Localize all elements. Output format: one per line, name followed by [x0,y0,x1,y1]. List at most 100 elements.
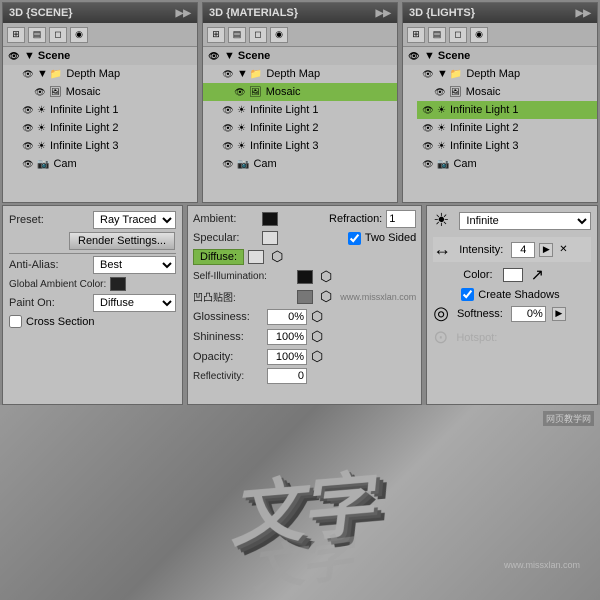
light-type-select[interactable]: Infinite [459,212,591,230]
item-label: Infinite Light 2 [450,122,519,134]
diffuse-mat-row: Diffuse: ⬡ [193,248,416,265]
tree-item-cam-mat[interactable]: 👁 📷 Cam [217,155,397,173]
eye-icon: 👁 [21,103,35,117]
cross-section-checkbox[interactable] [9,315,22,328]
bump-texture-btn[interactable]: ⬡ [320,288,332,305]
toolbar-eye-btn[interactable]: ◉ [470,27,488,43]
expand-icon: ▶▶ [576,8,591,19]
tree-item-light1-lights[interactable]: 👁 ☀ Infinite Light 1 [417,101,597,119]
specular-mat-swatch[interactable] [262,231,278,245]
tree-item-light2-mat[interactable]: 👁 ☀ Infinite Light 2 [217,119,397,137]
toolbar-shape-btn[interactable]: ◻ [49,27,67,43]
glossiness-texture-btn[interactable]: ⬡ [311,308,323,325]
tree-item-light1-mat[interactable]: 👁 ☀ Infinite Light 1 [217,101,397,119]
create-shadows-row: Create Shadows [461,288,591,301]
opacity-row: Opacity: ⬡ [193,348,416,365]
toolbar-eye-btn[interactable]: ◉ [70,27,88,43]
tree-item-mosaic-lights[interactable]: 👁 🖼 Mosaic [403,83,597,101]
self-illum-texture-btn[interactable]: ⬡ [320,268,332,285]
self-illum-swatch[interactable] [297,270,313,284]
toolbar-shape-btn[interactable]: ◻ [249,27,267,43]
preset-select[interactable]: Ray Traced [93,211,176,229]
render-settings-button[interactable]: Render Settings... [69,232,175,250]
tree-item-depthmap-lights[interactable]: 👁 ▼ 📁 Depth Map [417,65,597,83]
lights-toolbar: ⊞ ▤ ◻ ◉ [403,23,597,47]
specular-mat-label: Specular: [193,232,258,244]
item-label: Depth Map [466,68,520,80]
intensity-input[interactable] [511,242,535,258]
opacity-label: Opacity: [193,351,263,363]
refraction-input[interactable] [386,210,416,228]
ambient-color-swatch[interactable] [110,277,126,291]
tree-item-depthmap-scene[interactable]: 👁 ▼ 📁 Depth Map [17,65,197,83]
eye-icon: 👁 [421,139,435,153]
softness-input[interactable] [511,306,546,322]
tree-item-light1-scene[interactable]: 👁 ☀ Infinite Light 1 [17,101,197,119]
scene-panel-title: 3D {SCENE} [9,7,73,19]
tree-item-depthmap-mat[interactable]: 👁 ▼ 📁 Depth Map [217,65,397,83]
global-ambient-label: Global Ambient Color: [9,279,106,290]
tree-item-cam-lights[interactable]: 👁 📷 Cam [417,155,597,173]
global-ambient-row: Global Ambient Color: [9,277,176,291]
shininess-input[interactable] [267,329,307,345]
tree-item-light3-lights[interactable]: 👁 ☀ Infinite Light 3 [417,137,597,155]
ambient-mat-swatch[interactable] [262,212,278,226]
eye-icon: 👁 [221,139,235,153]
eye-icon: 👁 [421,157,435,171]
tree-item-light3-mat[interactable]: 👁 ☀ Infinite Light 3 [217,137,397,155]
antialias-select[interactable]: Best [93,256,176,274]
preset-label: Preset: [9,214,89,226]
create-shadows-checkbox[interactable] [461,288,474,301]
reflectivity-input[interactable] [267,368,307,384]
self-illum-label: Self-Illumination: [193,271,293,282]
light-icon: ☀ [437,141,446,152]
glossiness-row: Glossiness: ⬡ [193,308,416,325]
tree-item-light2-lights[interactable]: 👁 ☀ Infinite Light 2 [417,119,597,137]
scene-toolbar: ⊞ ▤ ◻ ◉ [3,23,197,47]
intensity-clear-btn[interactable]: ✕ [559,244,567,255]
diffuse-mat-swatch[interactable] [248,250,264,264]
toolbar-shape-btn[interactable]: ◻ [449,27,467,43]
two-sided-checkbox[interactable] [348,232,361,245]
tree-item-cam-scene[interactable]: 👁 📷 Cam [17,155,197,173]
toolbar-grid-btn[interactable]: ⊞ [407,27,425,43]
toolbar-eye-btn[interactable]: ◉ [270,27,288,43]
tree-item-mosaic-scene[interactable]: 👁 🖼 Mosaic [3,83,197,101]
arrow-icon: ▼ [237,68,248,80]
opacity-input[interactable] [267,349,307,365]
softness-stepper-btn[interactable]: ▶ [552,307,566,321]
eye-icon: 👁 [21,157,35,171]
toolbar-grid-btn[interactable]: ⊞ [7,27,25,43]
tree-item-light3-scene[interactable]: 👁 ☀ Infinite Light 3 [17,137,197,155]
root-text: Scene [438,50,470,62]
softness-row: ◎ Softness: ▶ [433,303,591,324]
materials-panel-title: 3D {MATERIALS} [209,7,298,19]
item-label: Mosaic [266,86,301,98]
tree-item-light2-scene[interactable]: 👁 ☀ Infinite Light 2 [17,119,197,137]
toolbar-layers-btn[interactable]: ▤ [28,27,46,43]
color-picker-cursor[interactable]: ↗ [531,265,544,285]
paint-on-select[interactable]: Diffuse [93,294,176,312]
toolbar-layers-btn[interactable]: ▤ [428,27,446,43]
watermark-mat: www.missxlan.com [340,292,416,302]
glossiness-input[interactable] [267,309,307,325]
toolbar-layers-btn[interactable]: ▤ [228,27,246,43]
scene-root-label: 👁 ▼ Scene [3,47,197,65]
arrow-icon: ▼ [37,68,48,80]
scene-tree: 👁 ▼ Scene 👁 ▼ 📁 Depth Map 👁 🖼 Mosaic 👁 ☀… [3,47,197,202]
bump-swatch[interactable] [297,290,313,304]
item-label: Infinite Light 2 [250,122,319,134]
diffuse-texture-btn[interactable]: ⬡ [271,248,283,265]
hotspot-label: Hotspot: [456,332,497,344]
light-color-swatch[interactable] [503,268,523,282]
tree-item-mosaic-mat[interactable]: 👁 🖼 Mosaic [203,83,397,101]
shininess-texture-btn[interactable]: ⬡ [311,328,323,345]
lights-settings-panel: ☀ Infinite ↔ Intensity: ▶ ✕ Color: ↗ Cre… [426,205,598,405]
item-label: Infinite Light 3 [50,140,119,152]
render-settings-row: Render Settings... [9,232,176,250]
intensity-up-btn[interactable]: ▶ [539,243,553,257]
ambient-mat-row: Ambient: Refraction: [193,210,416,228]
opacity-texture-btn[interactable]: ⬡ [311,348,323,365]
toolbar-grid-btn[interactable]: ⊞ [207,27,225,43]
panels-row: 3D {SCENE} ▶▶ ⊞ ▤ ◻ ◉ 👁 ▼ Scene 👁 ▼ 📁 De… [0,0,600,205]
